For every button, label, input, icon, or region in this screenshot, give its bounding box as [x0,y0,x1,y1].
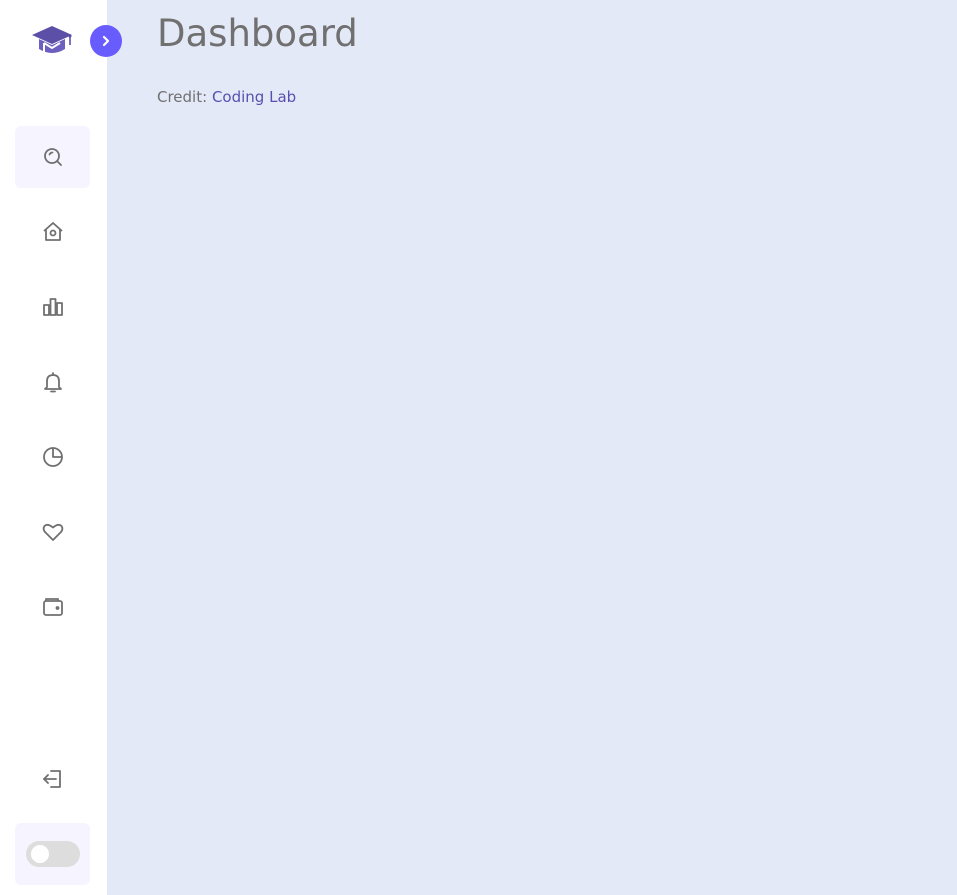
logout-icon [42,770,61,788]
sidebar-item-likes[interactable] [15,501,90,563]
switch-knob [30,845,49,863]
bar-chart-icon [42,298,63,316]
pie-chart-icon [42,447,63,467]
sidebar-item-search[interactable] [15,126,90,188]
sidebar-item-revenue[interactable] [15,276,90,338]
sidebar-item-wallets[interactable] [15,576,90,638]
chevron-right-icon [102,35,110,47]
credit-line: Credit: Coding Lab [157,88,296,106]
dark-mode-switch[interactable] [25,841,80,867]
sidebar-item-logout[interactable] [15,748,90,810]
graduation-cap-icon [32,26,72,53]
search-icon [43,148,62,166]
sidebar-item-notifications[interactable] [15,351,90,413]
heart-icon [42,523,63,541]
bell-icon [43,372,62,393]
page-title: Dashboard [157,12,358,55]
home-icon [42,222,63,241]
page: Dashboard Credit: Coding Lab [0,0,957,895]
sidebar-toggle-button[interactable] [90,25,122,57]
wallet-icon [42,598,63,616]
sidebar-item-analytics[interactable] [15,426,90,488]
dark-mode-section [15,823,90,885]
credit-label: Credit: [157,88,208,106]
sidebar [0,0,122,895]
credit-link[interactable]: Coding Lab [212,88,296,106]
sidebar-item-home[interactable] [15,201,90,263]
